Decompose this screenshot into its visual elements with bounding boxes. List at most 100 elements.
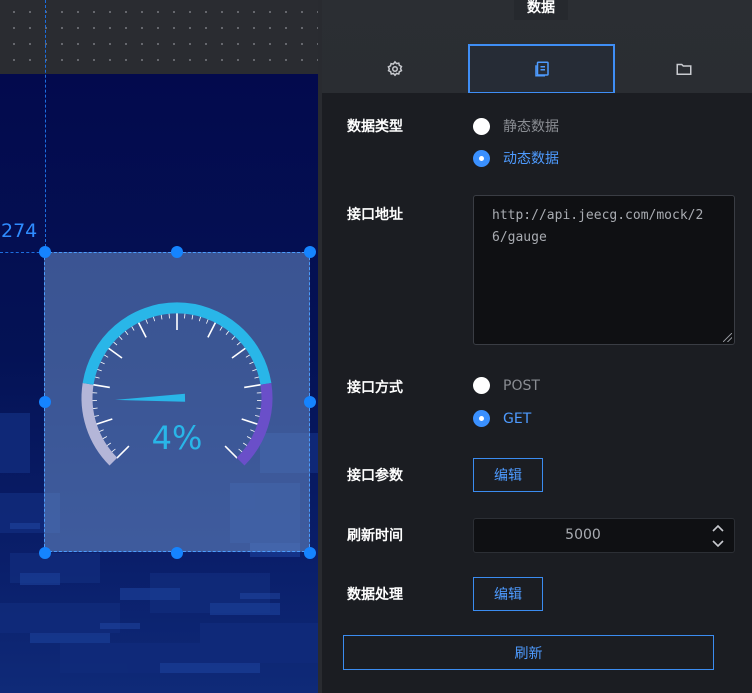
- gauge-minor-tick: [145, 318, 148, 324]
- gauge-minor-tick: [96, 368, 102, 372]
- radio-label: 静态数据: [503, 119, 559, 135]
- gauge-major-tick: [92, 383, 110, 389]
- chevron-up-icon: [712, 524, 724, 532]
- position-readout: 274: [1, 220, 38, 242]
- gauge-minor-tick: [246, 436, 252, 440]
- gauge-minor-tick: [219, 325, 223, 331]
- resize-handle-bottom-left[interactable]: [39, 547, 51, 559]
- radio-label: POST: [503, 377, 540, 394]
- resize-handle-left[interactable]: [39, 396, 51, 408]
- gauge-major-tick: [244, 383, 262, 389]
- api-method-label: 接口方式: [347, 380, 403, 396]
- gauge-minor-tick: [98, 429, 104, 433]
- gauge-major-tick: [137, 321, 147, 338]
- gauge-needle: [115, 393, 186, 402]
- gauge-minor-tick: [112, 341, 118, 346]
- radio-get[interactable]: GET: [473, 410, 531, 427]
- design-canvas[interactable]: 274 4%: [0, 0, 320, 693]
- gauge-minor-tick: [242, 442, 248, 447]
- tab-settings[interactable]: [322, 44, 468, 93]
- gauge-major-tick: [107, 347, 123, 359]
- radio-post[interactable]: POST: [473, 377, 540, 394]
- gauge-minor-tick: [249, 361, 255, 365]
- gauge-minor-tick: [245, 354, 251, 358]
- gauge-minor-tick: [250, 429, 256, 433]
- api-url-value: http://api.jeecg.com/mock/26/gauge: [492, 208, 704, 245]
- refresh-time-value: 5000: [565, 527, 601, 543]
- gauge-minor-tick: [231, 335, 236, 340]
- properties-panel: 数据 数据类型 静态数据 动态数据 接口地址 http://api.jeecg.…: [322, 0, 752, 693]
- radio-label: 动态数据: [503, 151, 559, 167]
- radio-button[interactable]: [473, 410, 490, 427]
- gauge-minor-tick: [191, 314, 194, 320]
- gauge-minor-tick: [124, 330, 129, 336]
- gauge-minor-tick: [92, 407, 98, 410]
- gauge-minor-tick: [99, 361, 105, 365]
- api-params-label: 接口参数: [347, 468, 403, 484]
- api-url-textarea[interactable]: http://api.jeecg.com/mock/26/gauge: [473, 195, 735, 345]
- resize-handle-bottom[interactable]: [171, 547, 183, 559]
- resize-handle-top[interactable]: [171, 246, 183, 258]
- chevron-down-icon: [712, 540, 724, 548]
- gauge-minor-tick: [206, 318, 209, 324]
- radio-button[interactable]: [473, 377, 490, 394]
- folder-icon: [676, 63, 691, 75]
- refresh-time-label: 刷新时间: [347, 528, 403, 544]
- gauge-minor-tick: [160, 314, 163, 320]
- gauge-minor-tick: [168, 313, 170, 319]
- data-type-label: 数据类型: [347, 119, 403, 135]
- gauge-minor-tick: [252, 368, 258, 372]
- gauge-chart: 4%: [81, 302, 273, 466]
- gauge-major-tick: [231, 347, 247, 359]
- radio-button[interactable]: [473, 149, 490, 167]
- edit-processing-button[interactable]: 编辑: [473, 577, 543, 611]
- tab-data[interactable]: [468, 44, 615, 93]
- gear-icon: [387, 60, 403, 76]
- panel-tab-bar: 数据: [322, 0, 752, 93]
- stepper-arrows[interactable]: [711, 523, 725, 549]
- gauge-minor-tick: [152, 316, 156, 322]
- edit-params-button[interactable]: 编辑: [473, 458, 543, 492]
- refresh-button[interactable]: 刷新: [343, 635, 714, 670]
- gauge-minor-tick: [225, 330, 230, 336]
- guide-line-vertical: [45, 0, 46, 252]
- resize-handle-bottom-right[interactable]: [304, 547, 316, 559]
- refresh-time-input[interactable]: 5000: [473, 518, 735, 553]
- gauge-minor-tick: [131, 325, 135, 331]
- gauge-minor-tick: [236, 341, 242, 346]
- radio-button[interactable]: [473, 117, 490, 135]
- radio-label: GET: [503, 410, 532, 427]
- data-processing-label: 数据处理: [347, 587, 403, 603]
- radio-static-data[interactable]: 静态数据: [473, 116, 559, 136]
- radio-dynamic-data[interactable]: 动态数据: [473, 148, 559, 168]
- gauge-minor-tick: [254, 376, 260, 379]
- tab-files[interactable]: [615, 44, 752, 93]
- canvas-grid-background: [0, 0, 320, 74]
- gauge-minor-tick: [106, 442, 112, 447]
- api-url-label: 接口地址: [347, 207, 403, 223]
- resize-handle-right[interactable]: [304, 396, 316, 408]
- gauge-minor-tick: [255, 415, 261, 417]
- resize-handle-top-right[interactable]: [304, 246, 316, 258]
- gauge-minor-tick: [238, 448, 243, 453]
- gauge-minor-tick: [118, 335, 123, 340]
- app-root: 274 4% 数据 数据类型 静态数据 动态数据 接口地址 http://api…: [0, 0, 752, 693]
- gauge-minor-tick: [184, 313, 186, 319]
- gauge-major-tick: [116, 445, 130, 459]
- tab-tooltip: 数据: [514, 0, 568, 20]
- gauge-minor-tick: [198, 316, 202, 322]
- data-pages-icon: [534, 61, 549, 77]
- gauge-major-tick: [241, 418, 259, 426]
- gauge-major-tick: [207, 321, 217, 338]
- gauge-major-tick: [95, 418, 113, 426]
- gauge-minor-tick: [256, 407, 262, 410]
- gauge-minor-tick: [111, 448, 116, 453]
- gauge-minor-tick: [94, 376, 100, 379]
- gauge-minor-tick: [103, 354, 109, 358]
- resize-handle-top-left[interactable]: [39, 246, 51, 258]
- resize-grip-icon[interactable]: [723, 333, 732, 342]
- gauge-minor-tick: [93, 415, 99, 417]
- gauge-minor-tick: [102, 436, 108, 440]
- gauge-major-tick: [224, 445, 238, 459]
- gauge-value-text: 4%: [152, 419, 203, 457]
